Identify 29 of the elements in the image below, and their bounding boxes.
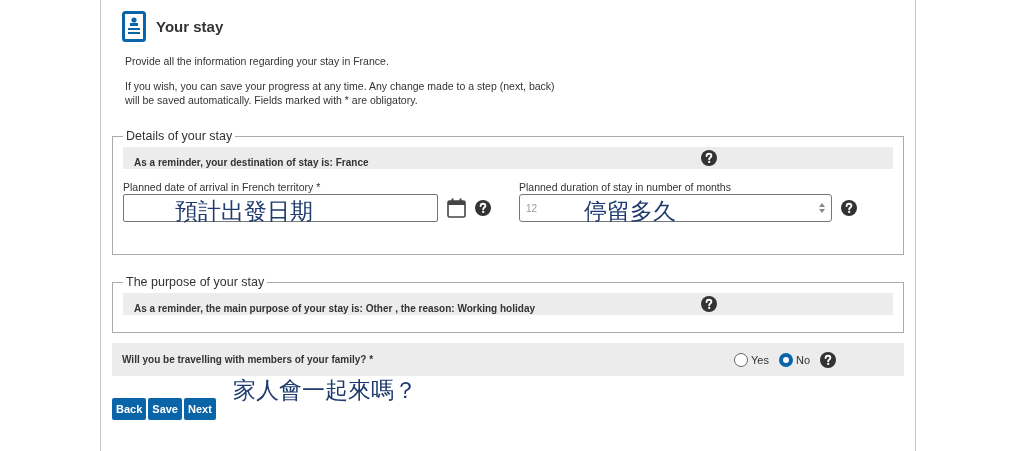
- radio-button[interactable]: [734, 352, 748, 367]
- radio-button[interactable]: [778, 352, 793, 367]
- intro-text: Provide all the information regarding your stay in France.: [125, 55, 390, 67]
- note-text: If you wish, you can save your progress at any time. Any change made to a step (next, back) will be saved automatically. Fields marked with * are obligatory.: [125, 79, 556, 107]
- radio-option[interactable]: Yes: [734, 352, 769, 367]
- spinner-icon[interactable]: [819, 203, 825, 213]
- date-input[interactable]: [123, 194, 438, 222]
- help-icon[interactable]: [701, 296, 717, 312]
- help-icon[interactable]: [701, 150, 717, 166]
- reminder-text: As a reminder, the main purpose of your stay is: Other , the reason: Working holiday: [133, 302, 536, 314]
- radio-option[interactable]: No: [778, 352, 810, 367]
- fieldset-legend: Details of your stay: [123, 129, 236, 143]
- reminder-text: As a reminder, your destination of stay is: France: [133, 156, 370, 168]
- help-icon[interactable]: [820, 351, 836, 368]
- help-icon[interactable]: [841, 200, 857, 216]
- calendar-icon[interactable]: [447, 198, 466, 218]
- fieldset-legend: The purpose of your stay: [123, 275, 268, 289]
- help-icon[interactable]: [475, 200, 491, 216]
- section-title: Your stay: [156, 18, 224, 35]
- nav-button[interactable]: Back: [112, 398, 147, 420]
- annotation-text: 預計出發日期: [175, 200, 313, 223]
- question-text: Will you be travelling with members of your family? *: [122, 354, 374, 365]
- annotation-text: 停留多久: [584, 200, 676, 223]
- nav-button[interactable]: Next: [184, 398, 216, 420]
- field-label: Planned duration of stay in number of months: [519, 181, 732, 193]
- annotation-text: 家人會一起來嗎？: [233, 379, 417, 402]
- document-icon: [122, 11, 146, 42]
- nav-button[interactable]: Save: [148, 398, 182, 420]
- field-label: Planned date of arrival in French territory *: [123, 181, 322, 193]
